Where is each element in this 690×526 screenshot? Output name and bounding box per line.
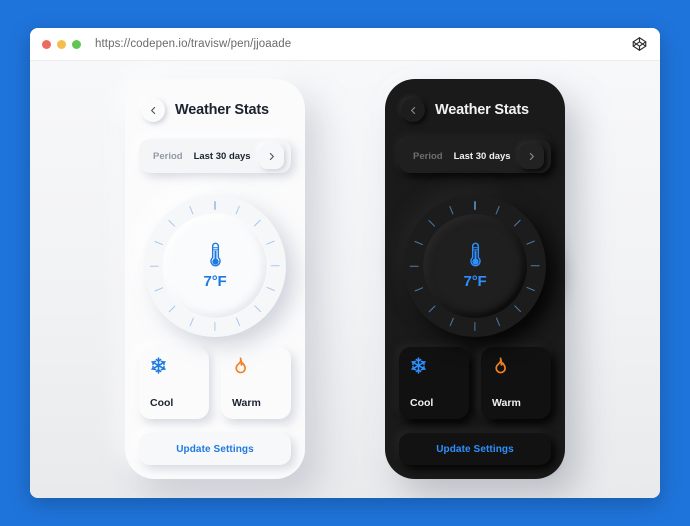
temperature-value-light: 7°F — [203, 273, 227, 290]
period-next-button-dark[interactable] — [519, 143, 544, 169]
flame-icon — [232, 357, 280, 374]
traffic-lights — [42, 39, 81, 49]
dial-tick — [514, 305, 522, 313]
period-next-button-light[interactable] — [259, 143, 284, 169]
minimize-window-button[interactable] — [57, 39, 66, 49]
maximize-window-button[interactable] — [72, 39, 81, 49]
mode-label-cool-dark: Cool — [410, 397, 434, 409]
dial-tick — [531, 265, 541, 267]
chevron-left-icon — [409, 106, 418, 115]
dial-tick — [168, 305, 176, 313]
period-label-light: Period — [153, 150, 183, 162]
dial-tick — [266, 286, 276, 292]
dial-outer-ring-dark: 7°F — [404, 195, 546, 337]
dial-tick — [154, 240, 164, 246]
dial-tick — [414, 286, 424, 292]
temperature-dial-light[interactable]: 7°F — [139, 195, 291, 337]
page-title-light: Weather Stats — [175, 102, 269, 119]
update-settings-button-light[interactable]: Update Settings — [139, 433, 291, 465]
phone-mockup-dark: Weather Stats Period Last 30 days 7°F Co… — [385, 79, 565, 479]
dial-tick — [410, 265, 420, 267]
codepen-logo-icon[interactable] — [632, 37, 647, 52]
page-viewport: Weather Stats Period Last 30 days 7°F Co… — [30, 61, 660, 498]
period-value-dark: Last 30 days — [453, 150, 511, 162]
dial-tick — [214, 322, 216, 331]
dial-tick — [235, 205, 241, 215]
mode-card-warm-dark[interactable]: Warm — [481, 347, 551, 419]
mode-label-warm-dark: Warm — [492, 397, 521, 409]
dial-tick — [254, 305, 262, 313]
dial-tick — [414, 240, 424, 246]
thermometer-icon — [467, 242, 484, 273]
dial-inner-face-light: 7°F — [163, 214, 267, 318]
mode-card-cool-dark[interactable]: Cool — [399, 347, 469, 419]
mode-card-cool-light[interactable]: Cool — [139, 347, 209, 419]
mode-card-warm-light[interactable]: Warm — [221, 347, 291, 419]
dial-tick — [266, 240, 276, 246]
browser-titlebar: https://codepen.io/travisw/pen/jjoaade — [30, 28, 660, 61]
snowflake-icon — [150, 357, 198, 374]
thermometer-icon — [207, 242, 224, 273]
chevron-right-icon — [527, 152, 536, 161]
period-selector-dark[interactable]: Period Last 30 days — [399, 139, 551, 173]
dial-tick — [526, 286, 536, 292]
snowflake-icon — [410, 357, 458, 374]
back-button-light[interactable] — [141, 98, 165, 123]
address-bar-url[interactable]: https://codepen.io/travisw/pen/jjoaade — [95, 38, 291, 50]
dial-outer-ring-light: 7°F — [144, 195, 286, 337]
dial-tick — [154, 286, 164, 292]
dial-tick — [150, 265, 160, 267]
period-label-dark: Period — [413, 150, 443, 162]
chevron-left-icon — [149, 106, 158, 115]
dial-tick — [254, 219, 262, 227]
dial-tick — [189, 205, 195, 215]
dial-tick — [428, 219, 436, 227]
period-value-light: Last 30 days — [193, 150, 251, 162]
dial-tick — [495, 317, 501, 327]
browser-toolbar-right — [632, 37, 647, 52]
mode-cards-light: Cool Warm — [139, 347, 291, 419]
dial-tick — [168, 219, 176, 227]
dial-tick — [495, 205, 501, 215]
browser-window: https://codepen.io/travisw/pen/jjoaade W… — [30, 28, 660, 498]
dial-inner-face-dark: 7°F — [423, 214, 527, 318]
dial-tick — [474, 201, 476, 210]
dial-tick — [235, 317, 241, 327]
chevron-right-icon — [267, 152, 276, 161]
phone-mockup-light: Weather Stats Period Last 30 days 7°F Co… — [125, 79, 305, 479]
app-header-dark: Weather Stats — [399, 95, 551, 125]
dial-tick — [526, 240, 536, 246]
period-selector-light[interactable]: Period Last 30 days — [139, 139, 291, 173]
app-header-light: Weather Stats — [139, 95, 291, 125]
close-window-button[interactable] — [42, 39, 51, 49]
dial-tick — [428, 305, 436, 313]
mode-cards-dark: Cool Warm — [399, 347, 551, 419]
back-button-dark[interactable] — [401, 98, 425, 123]
temperature-value-dark: 7°F — [463, 273, 487, 290]
mode-label-cool-light: Cool — [150, 397, 174, 409]
dial-tick — [214, 201, 216, 210]
dial-tick — [271, 265, 281, 267]
dial-tick — [514, 219, 522, 227]
mode-label-warm-light: Warm — [232, 397, 261, 409]
dial-tick — [474, 322, 476, 331]
dial-tick — [449, 205, 455, 215]
dial-tick — [449, 317, 455, 327]
update-settings-button-dark[interactable]: Update Settings — [399, 433, 551, 465]
page-title-dark: Weather Stats — [435, 102, 529, 119]
flame-icon — [492, 357, 540, 374]
dial-tick — [189, 317, 195, 327]
temperature-dial-dark[interactable]: 7°F — [399, 195, 551, 337]
